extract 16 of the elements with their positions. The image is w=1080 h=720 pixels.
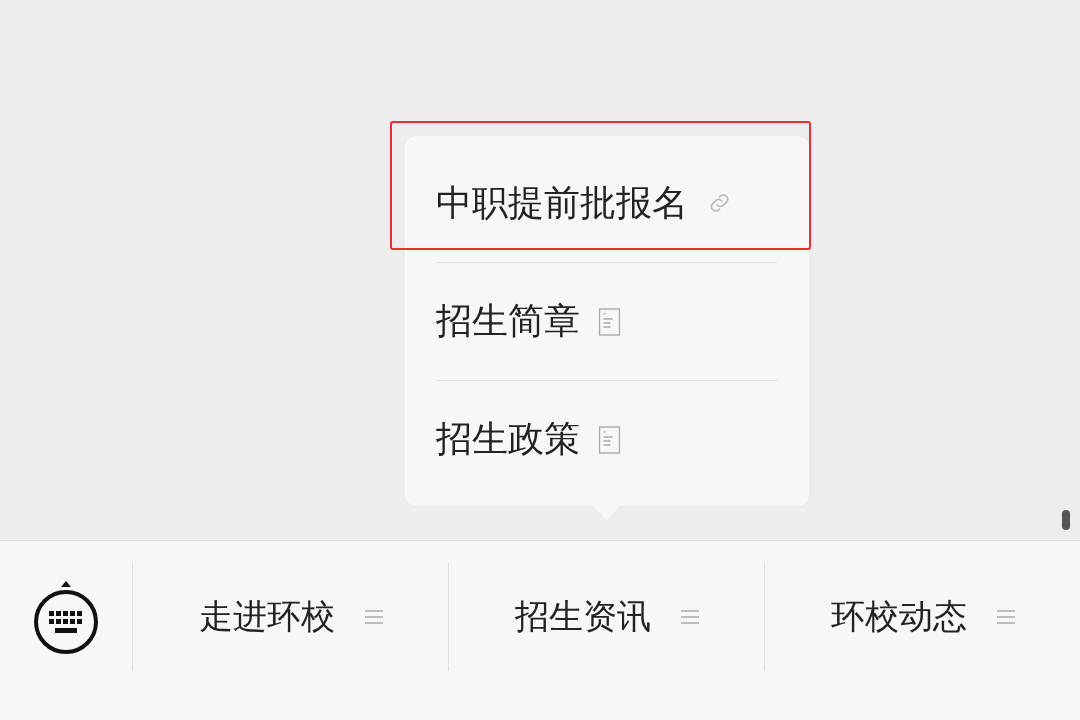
item-label: 招生简章	[436, 299, 580, 343]
menu-icon	[364, 609, 383, 625]
menu-tab[interactable]: 招生资讯	[514, 594, 699, 640]
menu-tab[interactable]: 环校动态	[830, 594, 1015, 640]
menu-icon	[680, 609, 699, 625]
item-label: 招生政策	[436, 417, 580, 461]
keyboard-icon[interactable]	[33, 579, 99, 655]
submenu-item[interactable]: 招生政策	[436, 380, 777, 498]
submenu-item[interactable]: 中职提前批报名	[436, 144, 777, 262]
submenu-item[interactable]: 招生简章	[436, 262, 777, 380]
menu-tab[interactable]: 走进环校	[198, 594, 383, 640]
item-label: 中职提前批报名	[436, 180, 688, 225]
menu-icon	[996, 609, 1015, 625]
scrollbar[interactable]	[1062, 510, 1070, 530]
document-icon	[598, 307, 620, 336]
document-icon	[598, 425, 620, 454]
